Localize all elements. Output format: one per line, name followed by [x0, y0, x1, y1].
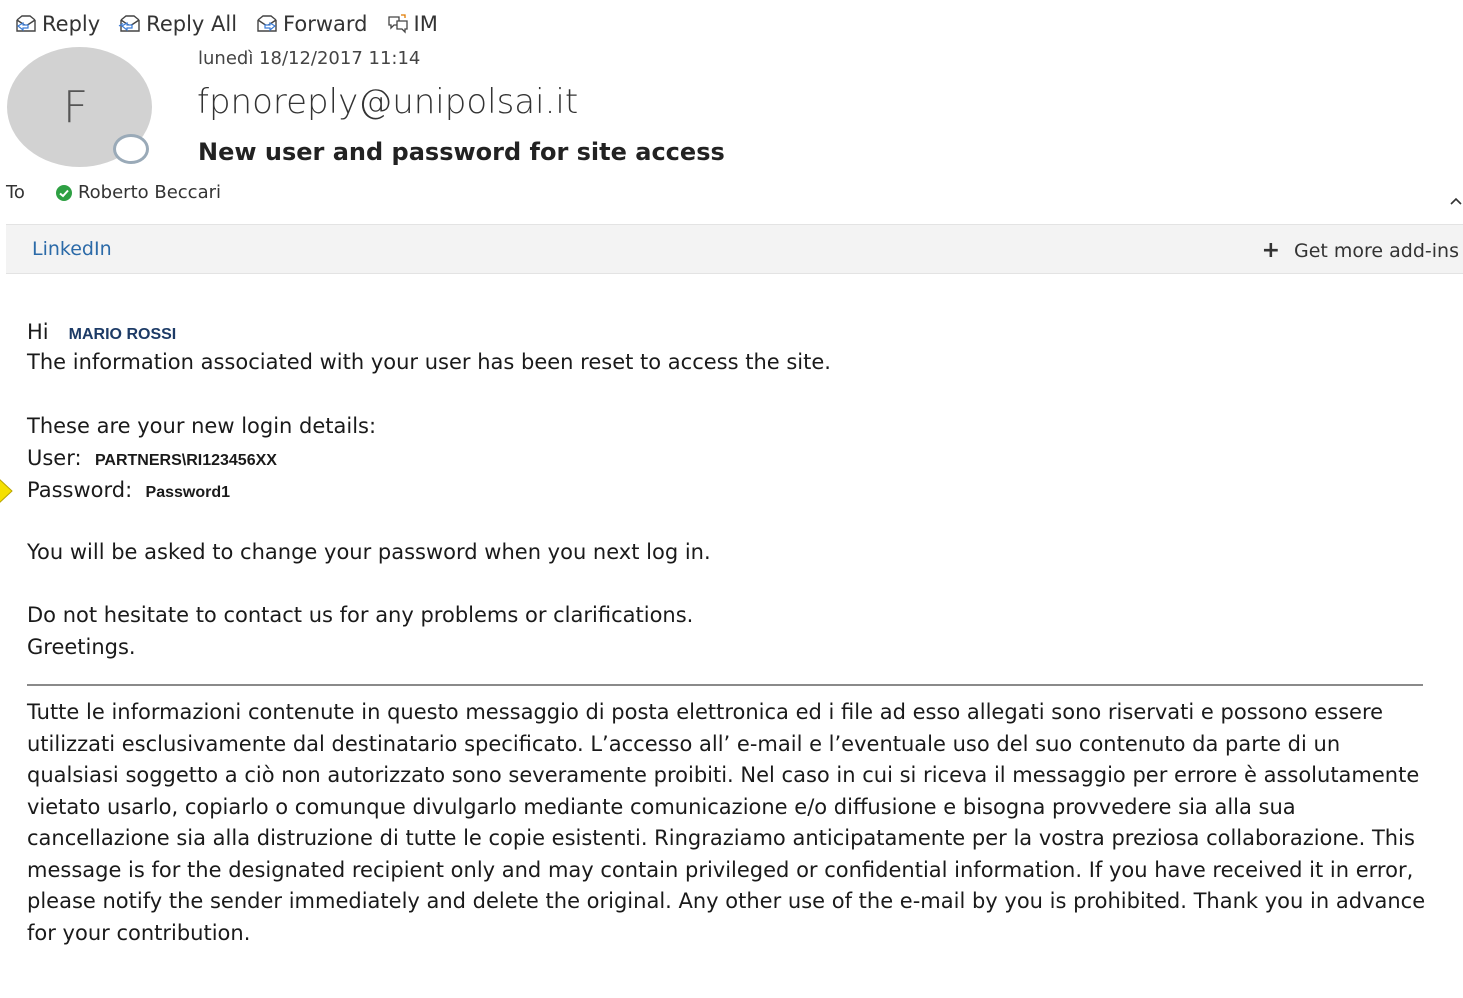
reply-label: Reply [42, 12, 101, 36]
body-line-details-intro: These are your new login details: [27, 414, 377, 438]
forward-button[interactable]: Forward [255, 12, 368, 36]
reply-all-button[interactable]: Reply All [118, 12, 237, 36]
message-subject: New user and password for site access [198, 138, 725, 166]
body-line-contact: Do not hesitate to contact us for any pr… [27, 603, 694, 627]
email-reading-pane: Reply Reply All Forward IM F lunedì 18/1… [0, 0, 1463, 998]
plus-icon: + [1261, 238, 1280, 263]
recipient-name[interactable]: Roberto Beccari [78, 182, 221, 203]
sender-avatar[interactable]: F [7, 47, 152, 167]
greeting-line: Hi MARIO ROSSI [27, 320, 176, 344]
reply-icon [16, 15, 36, 32]
greeting-word: Hi [27, 320, 49, 344]
im-button[interactable]: IM [386, 12, 438, 36]
recipients-row: To Roberto Beccari [6, 182, 221, 203]
password-line: Password: Password1 [27, 478, 230, 502]
reply-all-icon [118, 15, 140, 32]
presence-status-icon [113, 134, 149, 164]
forward-icon [257, 15, 277, 32]
body-line-change-password: You will be asked to change your passwor… [27, 540, 711, 564]
get-more-addins-label: Get more add-ins [1294, 239, 1459, 262]
addins-bar: LinkedIn + Get more add-ins [6, 224, 1463, 274]
legal-disclaimer: Tutte le informazioni contenute in quest… [27, 700, 1426, 945]
disclaimer-divider [27, 684, 1423, 686]
collapse-header-icon[interactable] [1449, 194, 1463, 208]
password-label: Password: [27, 478, 133, 502]
linkedin-addin-link[interactable]: LinkedIn [32, 238, 112, 260]
avatar-initial: F [62, 81, 89, 133]
to-label: To [6, 182, 25, 203]
reply-button[interactable]: Reply [14, 12, 100, 36]
message-toolbar: Reply Reply All Forward IM [14, 8, 438, 40]
get-more-addins-button[interactable]: + Get more add-ins [1262, 238, 1459, 263]
forward-label: Forward [283, 12, 368, 36]
user-line: User: PARTNERS\RI123456XX [27, 446, 277, 470]
body-line-greetings: Greetings. [27, 635, 136, 659]
im-label: IM [413, 12, 438, 36]
available-check-icon [55, 184, 72, 201]
reply-all-label: Reply All [146, 12, 238, 36]
user-label: User: [27, 446, 82, 470]
user-value: PARTNERS\RI123456XX [94, 452, 277, 469]
recipient-full-name: MARIO ROSSI [68, 326, 177, 343]
message-date: lunedì 18/12/2017 11:14 [198, 48, 421, 69]
instant-message-icon [387, 14, 408, 34]
body-line-reset: The information associated with your use… [27, 350, 831, 374]
sender-address[interactable]: fpnoreply@unipolsai.it [197, 82, 578, 122]
highlight-marker-icon [0, 479, 13, 503]
password-value: Password1 [145, 484, 231, 501]
